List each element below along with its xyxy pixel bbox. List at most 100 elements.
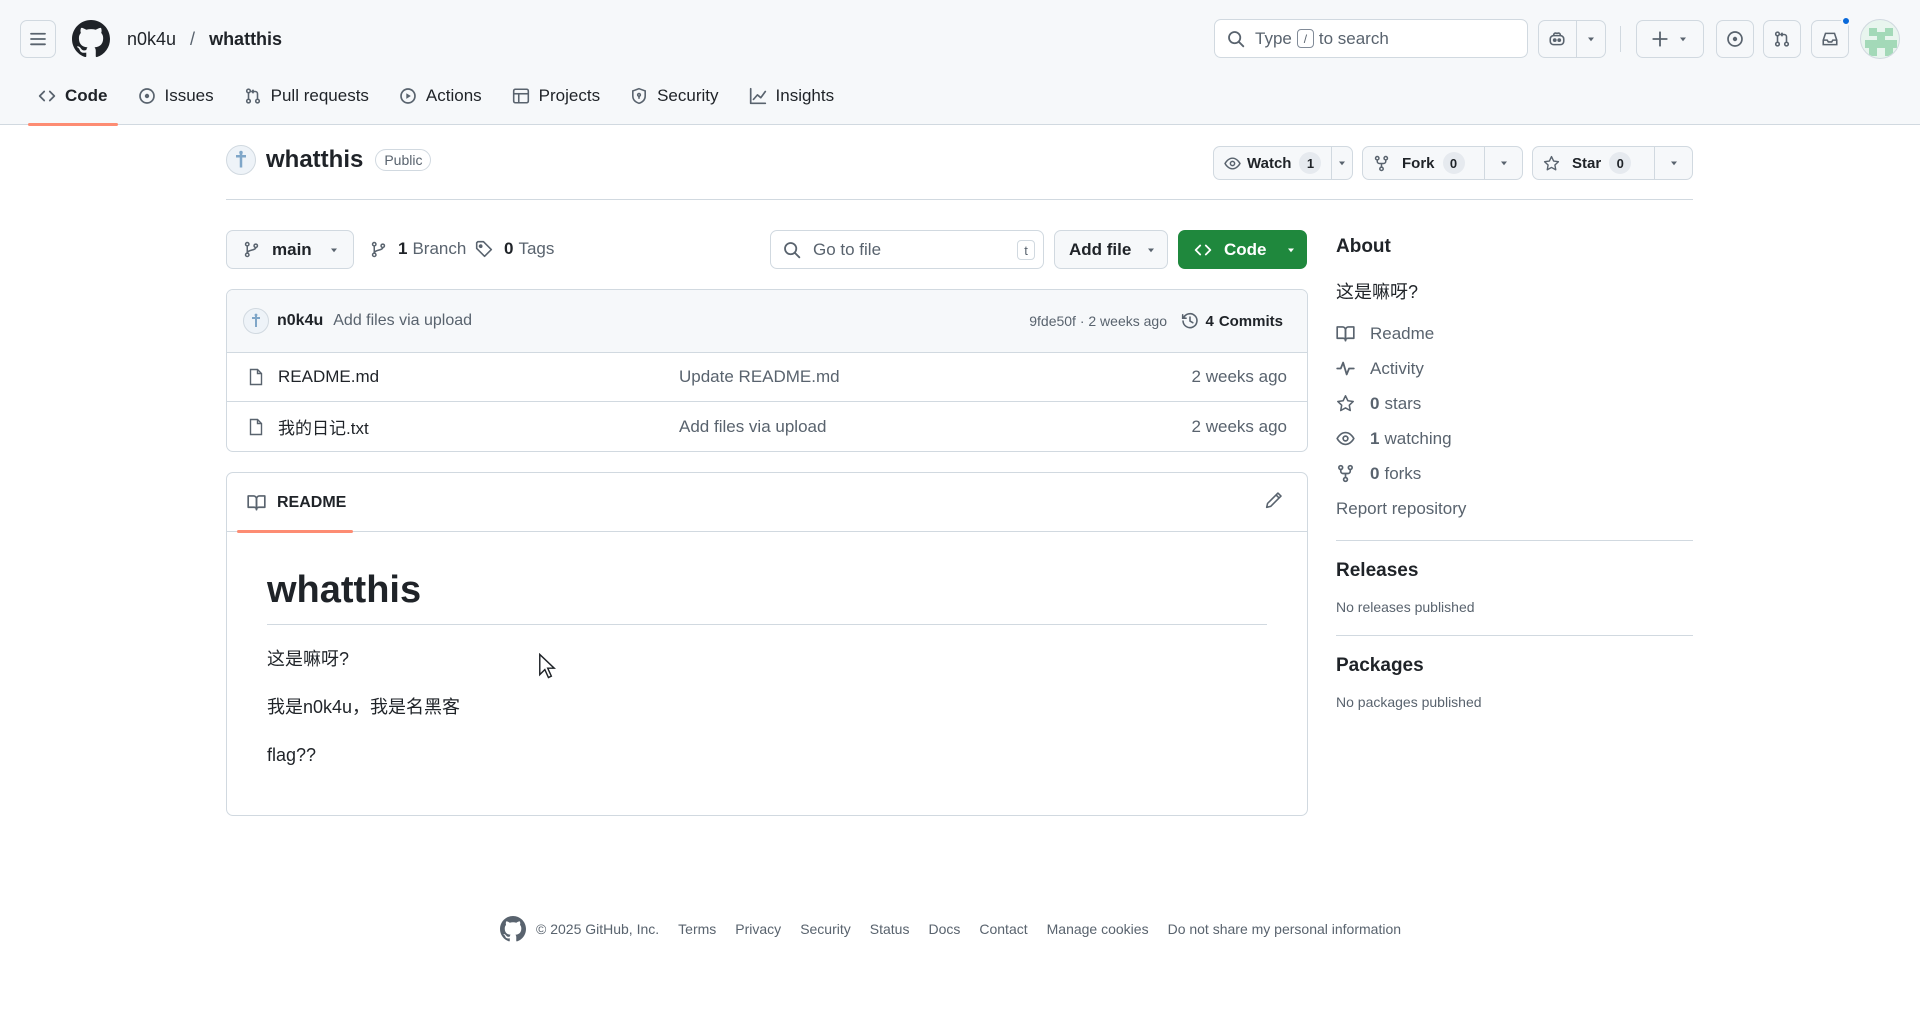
menu-button[interactable]	[20, 20, 56, 58]
tab-pull-requests[interactable]: Pull requests	[234, 80, 379, 125]
go-to-file-shortcut: t	[1017, 240, 1035, 260]
tab-projects[interactable]: Projects	[502, 80, 610, 125]
fork-button: Fork 0	[1362, 146, 1523, 180]
sidebar-item-watching[interactable]: 1 watching	[1336, 421, 1693, 456]
tab-pull-requests-label: Pull requests	[270, 86, 369, 105]
pencil-icon	[1265, 492, 1282, 509]
star-dropdown[interactable]	[1654, 147, 1692, 179]
add-file-button[interactable]: Add file	[1054, 230, 1168, 269]
cursor-arrow-icon	[539, 653, 556, 679]
footer-link-status[interactable]: Status	[870, 921, 910, 937]
branch-select[interactable]: main	[226, 230, 354, 269]
file-date: 2 weeks ago	[1191, 367, 1287, 386]
triangle-down-icon	[1148, 248, 1155, 252]
copilot-icon	[1549, 32, 1565, 46]
watch-dropdown[interactable]	[1331, 147, 1352, 179]
go-to-file-input[interactable]: Go to file t	[770, 230, 1044, 269]
owner-avatar[interactable]	[226, 145, 256, 175]
commit-message[interactable]: Add files via upload	[333, 312, 472, 330]
watching-count: 1	[1370, 428, 1380, 448]
watch-main[interactable]: Watch 1	[1214, 147, 1331, 179]
tags-count: 0	[504, 239, 514, 258]
table-icon	[512, 88, 529, 104]
file-name[interactable]: README.md	[278, 367, 379, 387]
triangle-down-icon	[1680, 37, 1686, 42]
create-new-button[interactable]	[1637, 21, 1703, 57]
sidebar-item-readme[interactable]: Readme	[1336, 316, 1693, 351]
edit-readme-button[interactable]	[1265, 491, 1283, 509]
branches-link[interactable]: 1 Branch	[370, 239, 466, 259]
star-main[interactable]: Star 0	[1533, 147, 1654, 179]
file-row[interactable]: 我的日记.txt Add files via upload 2 weeks ag…	[227, 402, 1307, 451]
tab-readme[interactable]: README	[237, 473, 353, 533]
footer-link-docs[interactable]: Docs	[928, 921, 960, 937]
repo-description: 这是嘛呀?	[1336, 282, 1419, 302]
triangle-down-icon	[1339, 161, 1346, 166]
sidebar-item-activity[interactable]: Activity	[1336, 351, 1693, 386]
tags-label: Tags	[518, 239, 555, 258]
issues-button[interactable]	[1716, 20, 1754, 58]
github-logo[interactable]	[72, 20, 110, 58]
repo-name[interactable]: whatthis	[266, 146, 363, 174]
play-icon	[400, 88, 416, 104]
readme-tab-label: README	[277, 493, 347, 511]
commit-author-avatar[interactable]	[243, 308, 269, 334]
pull-requests-button[interactable]	[1763, 20, 1801, 58]
issue-icon	[138, 88, 155, 104]
tab-security[interactable]: Security	[620, 80, 728, 125]
commits-link[interactable]: 4 Commits	[1181, 312, 1283, 330]
readme-paragraph: flag??	[267, 745, 317, 765]
readme-panel: README whatthis 这是嘛呀? 我是n0k4u，我是名黑客 flag…	[226, 472, 1308, 816]
report-repository-link[interactable]: Report repository	[1336, 491, 1693, 526]
tab-insights[interactable]: Insights	[739, 80, 845, 125]
breadcrumb-owner[interactable]: n0k4u	[127, 29, 176, 50]
file-name[interactable]: 我的日记.txt	[278, 414, 369, 439]
copilot-button-group	[1538, 20, 1606, 58]
tags-link[interactable]: 0 Tags	[475, 239, 554, 259]
packages-title[interactable]: Packages	[1336, 655, 1693, 677]
footer-link-manage-cookies[interactable]: Manage cookies	[1047, 921, 1149, 937]
footer-link-terms[interactable]: Terms	[678, 921, 716, 937]
watching-label: watching	[1384, 428, 1452, 448]
sidebar-item-forks[interactable]: 0 forks	[1336, 456, 1693, 491]
fork-dropdown[interactable]	[1484, 147, 1522, 179]
watch-label: Watch	[1247, 154, 1292, 172]
footer-link-privacy[interactable]: Privacy	[735, 921, 781, 937]
hamburger-icon	[30, 32, 46, 46]
repo-header-divider	[226, 199, 1693, 200]
search-suffix: to search	[1318, 28, 1389, 48]
create-new-group	[1636, 20, 1704, 58]
branches-label: Branch	[412, 239, 467, 258]
file-table: n0k4u Add files via upload 9fde50f · 2 w…	[226, 289, 1308, 452]
file-commit-message[interactable]: Add files via upload	[679, 417, 826, 437]
releases-title[interactable]: Releases	[1336, 560, 1693, 582]
tab-issues[interactable]: Issues	[128, 80, 224, 125]
tab-actions[interactable]: Actions	[389, 80, 492, 125]
sidebar-item-stars[interactable]: 0 stars	[1336, 386, 1693, 421]
footer-link-contact[interactable]: Contact	[979, 921, 1027, 937]
fork-main[interactable]: Fork 0	[1363, 147, 1484, 179]
file-commit-message[interactable]: Update README.md	[679, 367, 840, 387]
triangle-down-icon	[1500, 161, 1507, 166]
file-row[interactable]: README.md Update README.md 2 weeks ago	[227, 353, 1307, 402]
forks-count: 0	[1370, 463, 1380, 483]
github-mark-icon[interactable]	[500, 916, 526, 942]
commit-meta[interactable]: 9fde50f · 2 weeks ago	[1029, 313, 1167, 329]
breadcrumb: n0k4u / whatthis	[127, 26, 282, 52]
tab-code[interactable]: Code	[28, 80, 118, 126]
breadcrumb-repo[interactable]: whatthis	[209, 29, 282, 50]
copilot-dropdown[interactable]	[1577, 21, 1605, 57]
copilot-button[interactable]	[1539, 21, 1576, 57]
search-input[interactable]: Type / to search	[1214, 19, 1528, 58]
star-icon	[1337, 395, 1354, 412]
readme-paragraph: 这是嘛呀?	[267, 649, 350, 669]
eye-icon	[1336, 431, 1355, 446]
code-button[interactable]: Code	[1178, 230, 1307, 269]
stars-label: stars	[1384, 393, 1422, 413]
avatar-figure-icon	[252, 313, 260, 327]
user-avatar[interactable]	[1860, 19, 1900, 59]
triangle-down-icon	[330, 248, 337, 252]
commit-author[interactable]: n0k4u	[277, 312, 323, 330]
footer-link-security[interactable]: Security	[800, 921, 851, 937]
footer-link-do-not-share[interactable]: Do not share my personal information	[1168, 921, 1401, 937]
